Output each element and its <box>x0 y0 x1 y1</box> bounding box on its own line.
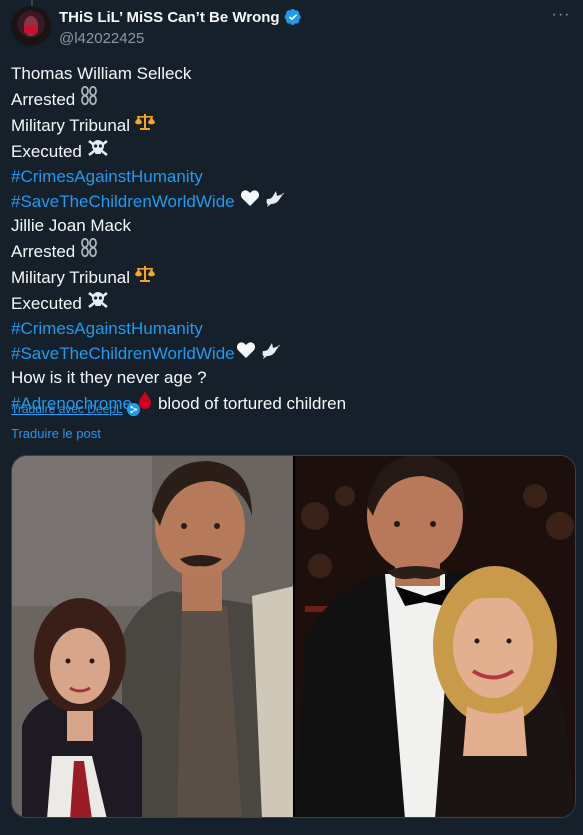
tweet-header: THiS LiL’ MiSS Can’t Be Wrong @l42022425… <box>11 6 572 50</box>
avatar[interactable] <box>11 6 51 46</box>
chains-icon <box>80 237 98 265</box>
line-text: Arrested <box>11 89 76 109</box>
white-heart-icon <box>236 341 256 366</box>
line-text: Jillie Joan Mack <box>11 216 131 235</box>
tweet-line: Arrested <box>11 237 572 265</box>
line-text: Military Tribunal <box>11 115 131 135</box>
verified-badge-icon[interactable] <box>284 8 302 26</box>
more-options-icon[interactable]: ··· <box>550 7 572 28</box>
line-text: How is it they never age ? <box>11 368 207 387</box>
tweet-line: Jillie Joan Mack <box>11 214 572 238</box>
line-text: blood of tortured children <box>157 393 347 413</box>
hashtag-link[interactable]: #SaveTheChildrenWorldWide <box>11 342 235 366</box>
deepl-icon <box>126 402 140 416</box>
author-display-name[interactable]: THiS LiL’ MiSS Can’t Be Wrong <box>59 9 280 26</box>
author-handle[interactable]: @l42022425 <box>59 30 144 47</box>
dove-icon <box>265 189 285 214</box>
hashtag-link[interactable]: #CrimesAgainstHumanity <box>11 165 572 189</box>
tweet-text: Thomas William Selleck Arrested Military… <box>11 62 572 417</box>
tweet-line: Executed <box>11 290 572 317</box>
blood-drop-icon <box>138 390 152 417</box>
tweet-line: Executed <box>11 138 572 165</box>
translate-deepl-link[interactable]: Traduire avec DeepL <box>11 402 140 416</box>
tweet-line: #SaveTheChildrenWorldWide <box>11 189 572 214</box>
scales-icon <box>135 113 156 138</box>
tweet-media[interactable] <box>11 455 576 818</box>
chains-icon <box>80 85 98 113</box>
tweet-line: Military Tribunal <box>11 265 572 290</box>
line-text: Arrested <box>11 241 76 261</box>
translate-post-link[interactable]: Traduire le post <box>11 426 101 441</box>
dove-icon <box>261 341 281 366</box>
tweet-line: #SaveTheChildrenWorldWide <box>11 341 572 366</box>
avatar-mask <box>24 26 38 34</box>
scales-icon <box>135 265 156 290</box>
skull-crossbones-icon <box>87 138 109 165</box>
tweet-photo-left[interactable] <box>12 456 293 817</box>
hashtag-link[interactable]: #SaveTheChildrenWorldWide <box>11 190 235 214</box>
white-heart-icon <box>240 189 260 214</box>
tweet-line: Arrested <box>11 85 572 113</box>
line-text: Executed <box>11 293 82 313</box>
tweet-line: Military Tribunal <box>11 113 572 138</box>
line-text: Military Tribunal <box>11 267 131 287</box>
tweet-photo-right[interactable] <box>295 456 575 817</box>
line-text: Thomas William Selleck <box>11 64 192 83</box>
hashtag-link[interactable]: #CrimesAgainstHumanity <box>11 317 572 341</box>
line-text: Executed <box>11 141 82 161</box>
tweet-line: Thomas William Selleck <box>11 62 572 86</box>
skull-crossbones-icon <box>87 290 109 317</box>
tweet-line: How is it they never age ? <box>11 366 572 390</box>
translate-deepl-label: Traduire avec DeepL <box>11 402 123 416</box>
author-name-row: THiS LiL’ MiSS Can’t Be Wrong <box>59 8 302 26</box>
